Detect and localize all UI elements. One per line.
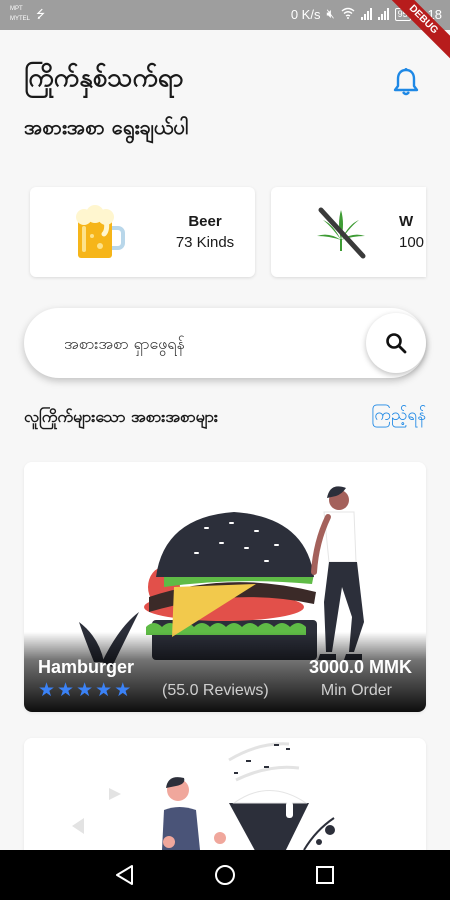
usb-icon: ⭍ bbox=[36, 8, 46, 21]
network-speed: 0 K/s bbox=[290, 6, 321, 22]
carrier-names: MPT MYTEL bbox=[10, 4, 30, 24]
signal-icon-2 bbox=[377, 8, 389, 20]
view-all-link[interactable]: ကြည့်ရန် bbox=[372, 404, 427, 429]
category-card-beer[interactable]: Beer 73 Kinds bbox=[30, 187, 255, 277]
system-navigation-bar bbox=[0, 850, 450, 900]
category-count: 100 bbox=[399, 234, 425, 251]
no-cannabis-icon bbox=[311, 202, 371, 262]
review-count: (55.0 Reviews) bbox=[162, 682, 269, 699]
search-button[interactable] bbox=[366, 313, 426, 373]
star-icon: ★ bbox=[57, 679, 75, 701]
price-caption: Min Order bbox=[320, 682, 392, 699]
star-icon: ★ bbox=[38, 679, 56, 701]
carrier-2: MYTEL bbox=[10, 16, 31, 22]
recents-button[interactable] bbox=[310, 860, 340, 890]
recents-square-icon bbox=[316, 866, 334, 884]
search-bar bbox=[24, 308, 426, 378]
food-card-hamburger[interactable]: Hamburger ★ ★ ★ ★ ★ (55.0 Reviews) 3000.… bbox=[24, 462, 426, 712]
back-button[interactable] bbox=[110, 860, 140, 890]
beer-mug-icon bbox=[70, 202, 130, 262]
mute-icon: 🔇︎ bbox=[326, 6, 335, 21]
food-price: 3000.0 MMK bbox=[308, 657, 412, 677]
star-icon: ★ bbox=[95, 679, 113, 701]
home-circle-icon bbox=[215, 865, 235, 885]
signal-icon-1 bbox=[360, 8, 372, 20]
search-icon bbox=[386, 333, 407, 354]
food-name: Hamburger bbox=[38, 657, 135, 677]
wifi-icon bbox=[341, 7, 355, 22]
back-triangle-icon bbox=[116, 865, 133, 885]
page-title: ကြိုက်နှစ်သက်ရာ bbox=[24, 63, 184, 93]
star-icon: ★ bbox=[114, 679, 132, 701]
status-bar: MPT MYTEL ⭍ 0 K/s 🔇︎ 95 3:18 DEBUG bbox=[0, 0, 450, 65]
star-rating: ★ ★ ★ ★ ★ bbox=[38, 681, 131, 700]
category-name: Beer bbox=[188, 213, 222, 230]
section-title: လူကြိုက်များသော အစားအစာများ bbox=[24, 407, 218, 426]
food-illustration bbox=[24, 738, 426, 850]
search-input[interactable] bbox=[64, 328, 354, 358]
category-name: W bbox=[399, 213, 414, 230]
category-count: 73 Kinds bbox=[175, 234, 235, 251]
page-subtitle: အစားအစာ ရွေးချယ်ပါ bbox=[24, 115, 189, 139]
star-icon: ★ bbox=[76, 679, 94, 701]
category-card-second[interactable]: W 100 bbox=[271, 187, 426, 277]
notification-bell-icon[interactable] bbox=[390, 66, 422, 98]
home-button[interactable] bbox=[210, 860, 240, 890]
carrier-1: MPT bbox=[10, 6, 23, 12]
